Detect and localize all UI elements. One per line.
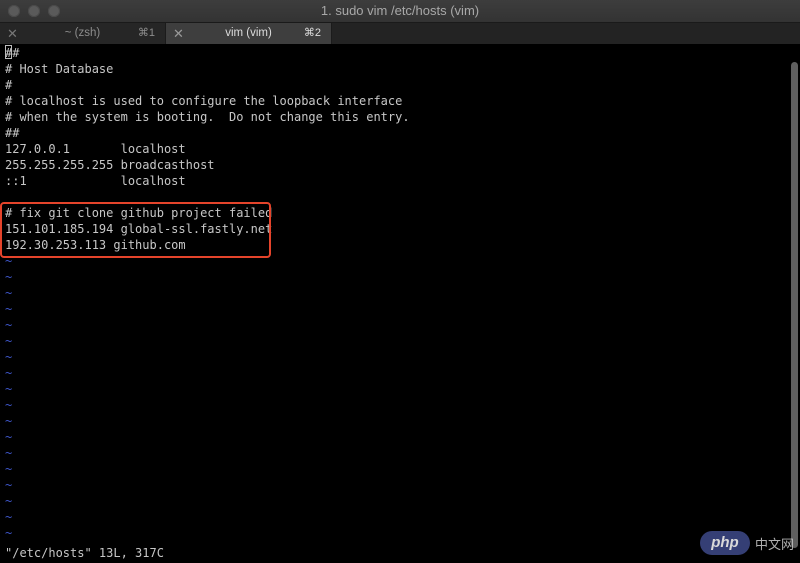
- scrollbar[interactable]: [791, 62, 798, 548]
- empty-line-marker: ~: [5, 526, 13, 540]
- empty-line-marker: ~: [5, 478, 13, 492]
- buffer-line[interactable]: # when the system is booting. Do not cha…: [5, 109, 410, 125]
- title-bar: 1. sudo vim /etc/hosts (vim): [0, 0, 800, 22]
- highlight-box: [0, 202, 271, 258]
- buffer-line[interactable]: 127.0.0.1 localhost: [5, 141, 410, 157]
- buffer-line[interactable]: ##: [5, 45, 410, 61]
- terminal-content[interactable]: ## # Host Database # # localhost is used to…: [0, 44, 800, 563]
- tab-zsh[interactable]: ✕ ~ (zsh) ⌘1: [0, 23, 166, 44]
- empty-line-marker: ~: [5, 510, 13, 524]
- empty-line-marker: ~: [5, 398, 13, 412]
- buffer-line[interactable]: 255.255.255.255 broadcasthost: [5, 157, 410, 173]
- empty-line-marker: ~: [5, 350, 13, 364]
- empty-line-marker: ~: [5, 366, 13, 380]
- watermark-logo: php: [699, 531, 750, 555]
- empty-line-marker: ~: [5, 334, 13, 348]
- tab-bar: ✕ ~ (zsh) ⌘1 ✕ vim (vim) ⌘2: [0, 22, 800, 44]
- vim-buffer[interactable]: ## # Host Database # # localhost is used to…: [5, 45, 410, 541]
- buffer-line[interactable]: #: [5, 77, 410, 93]
- empty-line-marker: ~: [5, 318, 13, 332]
- empty-line-marker: ~: [5, 462, 13, 476]
- tab-shortcut: ⌘2: [303, 27, 321, 39]
- buffer-line[interactable]: # Host Database: [5, 61, 410, 77]
- window-title: 1. sudo vim /etc/hosts (vim): [320, 3, 480, 18]
- buffer-line[interactable]: # localhost is used to configure the loo…: [5, 93, 410, 109]
- buffer-line[interactable]: ##: [5, 125, 410, 141]
- tab-vim[interactable]: ✕ vim (vim) ⌘2: [166, 23, 332, 44]
- empty-line-marker: ~: [5, 382, 13, 396]
- tab-shortcut: ⌘1: [137, 27, 155, 39]
- empty-line-marker: ~: [5, 286, 13, 300]
- empty-line-marker: ~: [5, 494, 13, 508]
- watermark-text: 中文网: [754, 536, 794, 552]
- vim-status-line: "/etc/hosts" 13L, 317C: [5, 546, 164, 560]
- buffer-line[interactable]: ::1 localhost: [5, 173, 410, 189]
- terminal-window: 1. sudo vim /etc/hosts (vim) ✕ ~ (zsh) ⌘…: [0, 0, 800, 563]
- empty-line-marker: ~: [5, 270, 13, 284]
- empty-line-marker: ~: [5, 302, 13, 316]
- watermark: php 中文网: [699, 529, 794, 557]
- tab-bar-empty-area[interactable]: [332, 23, 800, 44]
- text-cursor: [5, 45, 12, 59]
- empty-line-marker: ~: [5, 446, 13, 460]
- empty-line-marker: ~: [5, 414, 13, 428]
- empty-line-marker: ~: [5, 430, 13, 444]
